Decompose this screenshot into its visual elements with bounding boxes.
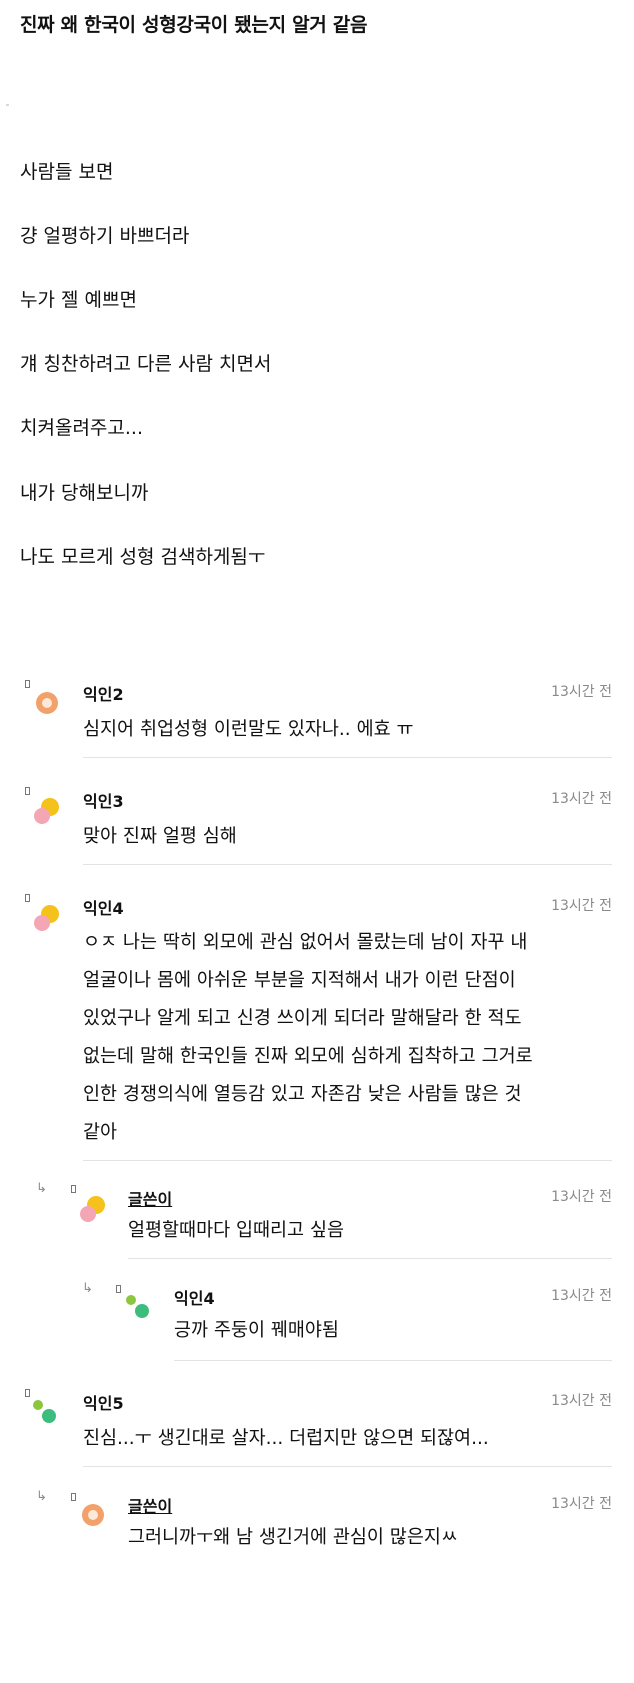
flag-icon[interactable] [25,680,30,688]
comment-author[interactable]: 익인2 [83,681,124,705]
post-line: 사람들 보면 [20,161,114,183]
comment-text-line: 없는데 말해 한국인들 진짜 외모에 심하게 집착하고 그거로 [83,1046,533,1067]
comment-text: 얼평할때마다 입때리고 싶음 [128,1220,345,1241]
comment-text: 그러니까ㅜ왜 남 생긴거에 관심이 많은지ㅆ [128,1527,458,1548]
comment-author[interactable]: 익인4 [83,895,124,919]
comment-text: 맞아 진짜 얼평 심해 [83,826,237,847]
comment-text-line: 있었구나 알게 되고 신경 쓰이게 되더라 말해달라 한 적도 [83,1008,522,1029]
comment-time: 13시간 전 [551,1393,612,1409]
comment-text-line: ㅇㅈ 나는 딱히 외모에 관심 없어서 몰랐는데 남이 자꾸 내 [83,932,528,953]
comment-divider [128,1258,612,1259]
comment-time: 13시간 전 [551,1288,612,1304]
divider-dot [6,104,9,106]
reply-arrow-icon: ↳ [36,1489,47,1504]
post-line: 걔 칭찬하려고 다른 사람 치면서 [20,353,272,375]
orange-circle-avatar-icon [36,692,58,714]
comment-text-line: 같아 [83,1122,118,1143]
comment-author[interactable]: 익인4 [174,1285,215,1309]
comment-text: 심지어 취업성형 이런말도 있자나.. 에효 ㅠ [83,719,414,740]
flag-icon[interactable] [71,1185,76,1193]
yellow-pink-avatar-icon [80,1196,105,1222]
comment-divider [83,757,612,758]
comment-author[interactable]: 글쓴이 [128,1493,172,1517]
comment-text: 진심...ㅜ 생긴대로 살자... 더럽지만 않으면 되잖여... [83,1428,489,1449]
comment-divider [174,1360,612,1361]
comment-time: 13시간 전 [551,684,612,700]
comment-time: 13시간 전 [551,898,612,914]
comment-divider [83,1160,612,1161]
comment-text-line: 인한 경쟁의식에 열등감 있고 자존감 낮은 사람들 많은 것 [83,1084,522,1105]
comment-author[interactable]: 글쓴이 [128,1186,172,1210]
reply-arrow-icon: ↳ [82,1281,93,1296]
comment-time: 13시간 전 [551,1496,612,1512]
flag-icon[interactable] [25,894,30,902]
comment-time: 13시간 전 [551,791,612,807]
comment-author[interactable]: 익인5 [83,1390,124,1414]
post-line: 나도 모르게 성형 검색하게됨ㅜ [20,546,266,568]
post-title: 진짜 왜 한국이 성형강국이 됐는지 알거 같음 [20,14,368,36]
green-dots-avatar-icon [33,1400,56,1423]
flag-icon[interactable] [71,1493,76,1501]
post-line: 누가 젤 예쁘면 [20,289,137,311]
yellow-pink-avatar-icon [34,905,59,931]
reply-arrow-icon: ↳ [36,1181,47,1196]
flag-icon[interactable] [116,1285,121,1293]
flag-icon[interactable] [25,787,30,795]
yellow-pink-avatar-icon [34,798,59,824]
flag-icon[interactable] [25,1389,30,1397]
post-line: 치켜올려주고... [20,417,143,439]
comment-divider [83,864,612,865]
orange-circle-avatar-icon [82,1504,104,1526]
post-line: 걍 얼평하기 바쁘더라 [20,225,190,247]
comment-author[interactable]: 익인3 [83,788,124,812]
comment-text-line: 얼굴이나 몸에 아쉬운 부분을 지적해서 내가 이런 단점이 [83,970,516,991]
comment-divider [83,1466,612,1467]
comment-time: 13시간 전 [551,1189,612,1205]
comment-text: 긍까 주둥이 꿰매야됨 [174,1320,339,1341]
green-dots-avatar-icon [126,1295,149,1318]
post-line: 내가 당해보니까 [20,482,149,504]
